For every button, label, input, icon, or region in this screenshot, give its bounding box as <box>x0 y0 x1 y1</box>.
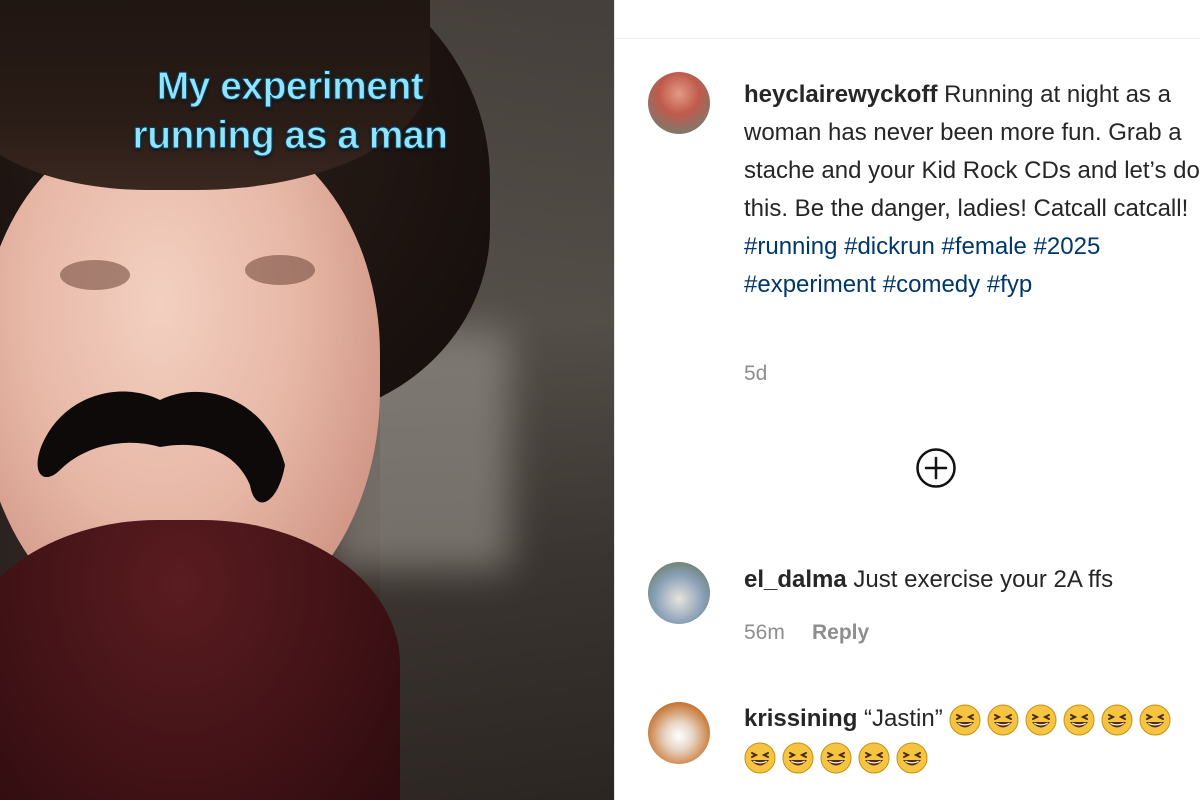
video-caption-line-1: My experiment <box>156 65 424 109</box>
post-author-avatar[interactable] <box>648 72 710 134</box>
comment-username[interactable]: el_dalma <box>744 566 847 593</box>
post-author-username[interactable]: heyclairewyckoff <box>744 81 937 108</box>
grinning-squinting-face-icon <box>782 742 814 774</box>
grinning-squinting-face-icon <box>1063 704 1095 736</box>
hashtag-link[interactable]: #female <box>941 233 1026 260</box>
comment-text: Just exercise your 2A ffs <box>853 566 1114 593</box>
grinning-squinting-face-icon <box>1101 704 1133 736</box>
panel-top-border <box>615 38 1200 39</box>
grinning-squinting-face-icon <box>744 742 776 774</box>
plus-circle-icon[interactable] <box>915 447 957 489</box>
comment-avatar[interactable] <box>648 562 710 624</box>
hashtag-link[interactable]: #2025 <box>1034 233 1101 260</box>
hashtag-link[interactable]: #comedy <box>883 271 980 298</box>
comment-item: el_dalma Just exercise your 2A ffs <box>744 561 1200 599</box>
grinning-squinting-face-icon <box>1139 704 1171 736</box>
hashtag-link[interactable]: #fyp <box>987 271 1032 298</box>
grinning-squinting-face-icon <box>820 742 852 774</box>
video-caption-line-2: running as a man <box>132 114 448 158</box>
post-age: 5d <box>744 362 768 385</box>
comment-age: 56m <box>744 621 785 644</box>
grinning-squinting-face-icon <box>858 742 890 774</box>
comment-avatar[interactable] <box>648 702 710 764</box>
video-person-eye-right <box>245 255 315 285</box>
post-caption: heyclairewyckoff Running at night as a w… <box>744 76 1200 304</box>
reply-button[interactable]: Reply <box>812 621 869 645</box>
video-frame[interactable]: My experiment running as a man <box>0 0 614 800</box>
video-person-eye-left <box>60 260 130 290</box>
grinning-squinting-face-icon <box>987 704 1019 736</box>
grinning-squinting-face-icon <box>1025 704 1057 736</box>
video-caption: My experiment running as a man <box>100 62 480 160</box>
video-person-shirt <box>0 520 400 800</box>
hashtag-link[interactable]: #dickrun <box>844 233 935 260</box>
comments-panel: heyclairewyckoff Running at night as a w… <box>615 0 1200 800</box>
grinning-squinting-face-icon <box>896 742 928 774</box>
grinning-squinting-face-icon <box>949 704 981 736</box>
comment-item: krissining “Jastin” <box>744 700 1200 776</box>
hashtag-link[interactable]: #running <box>744 233 837 260</box>
comment-text: “Jastin” <box>864 705 943 732</box>
hashtag-link[interactable]: #experiment <box>744 271 876 298</box>
comment-username[interactable]: krissining <box>744 705 857 732</box>
fake-mustache <box>37 391 286 503</box>
